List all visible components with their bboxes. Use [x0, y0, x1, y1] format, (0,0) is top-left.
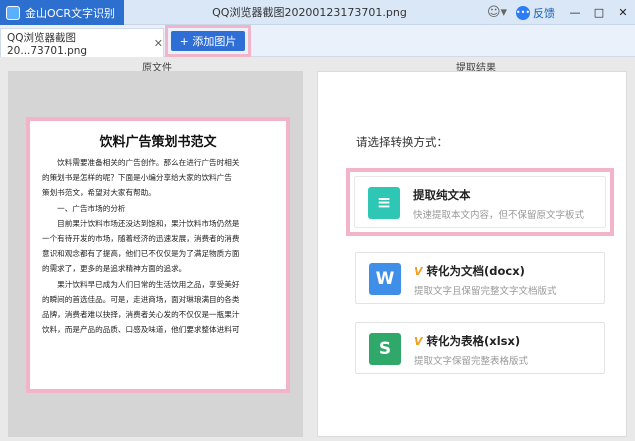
- add-image-button[interactable]: + 添加图片: [171, 31, 245, 51]
- option-title: V 转化为文档(docx): [414, 263, 525, 279]
- feedback-label: 反馈: [533, 6, 555, 20]
- option-title-text: 转化为文档(docx): [426, 264, 525, 278]
- option-title: V 转化为表格(xlsx): [414, 333, 520, 349]
- document-title: 饮料广告策划书范文: [99, 135, 217, 150]
- title-bar-controls: ☺▾ ••• 反馈 — □ ✕: [486, 0, 635, 25]
- vip-icon: V: [414, 264, 423, 278]
- app-name: 金山OCR文字识别: [25, 6, 115, 20]
- document-line: 一个有待开发的市场，随着经济的迅速发展，消费者的消费: [42, 234, 240, 244]
- minimize-button[interactable]: —: [563, 0, 587, 25]
- word-doc-icon: W: [369, 263, 401, 295]
- user-avatar-icon[interactable]: ☺▾: [486, 4, 508, 22]
- document-line: 果汁饮料早已成为人们日常的生活饮用之品，享受美好: [42, 279, 240, 289]
- document-line: 的瞬间的首选佳品。可是，走进商场，面对琳琅满目的各类: [42, 294, 240, 304]
- document-line: 的需求了，更多的是追求精神方面的追求。: [42, 264, 187, 274]
- excel-sheet-icon: S: [369, 333, 401, 365]
- tab-bar: QQ浏览器截图20...73701.png ✕ + 添加图片: [0, 25, 635, 57]
- option-desc: 快速提取本文内容，但不保留原文字板式: [413, 210, 585, 221]
- chat-bubble-icon: •••: [516, 5, 530, 20]
- document-preview: 饮料广告策划书范文 饮料需要准备相关的广告创作。那么在进行广告时相关 的策划书是怎…: [26, 117, 290, 393]
- app-title: 金山OCR文字识别: [0, 0, 124, 25]
- option-desc: 提取文字保留完整表格版式: [414, 356, 529, 367]
- option-docx[interactable]: W V 转化为文档(docx) 提取文字且保留完整文字文档版式: [355, 252, 605, 304]
- selected-option-highlight: ≡ 提取纯文本 快速提取本文内容，但不保留原文字板式: [346, 168, 614, 236]
- maximize-button[interactable]: □: [587, 0, 611, 25]
- tab-close-icon[interactable]: ✕: [154, 37, 163, 50]
- option-plain-text[interactable]: ≡ 提取纯文本 快速提取本文内容，但不保留原文字板式: [354, 176, 606, 228]
- add-image-highlight: + 添加图片: [165, 25, 251, 57]
- document-line: 意识和观念都有了提高，他们已不仅仅是为了满足物质方面: [42, 249, 240, 259]
- document-line: 品牌，消费者难以抉择，消费者关心发的不仅仅是一瓶果汁: [42, 310, 240, 320]
- result-pane: 请选择转换方式： ≡ 提取纯文本 快速提取本文内容，但不保留原文字板式 W V …: [317, 71, 627, 437]
- title-bar: 金山OCR文字识别 QQ浏览器截图20200123173701.png ☺▾ •…: [0, 0, 635, 25]
- window-title: QQ浏览器截图20200123173701.png: [212, 6, 407, 19]
- option-title-text: 提取纯文本: [413, 188, 471, 202]
- vip-icon: V: [414, 334, 423, 348]
- conversion-prompt: 请选择转换方式：: [356, 135, 448, 149]
- option-xlsx[interactable]: S V 转化为表格(xlsx) 提取文字保留完整表格版式: [355, 322, 605, 374]
- option-title: 提取纯文本: [413, 187, 471, 203]
- tab-label: QQ浏览器截图20...73701.png: [7, 31, 88, 57]
- document-line: 策划书范文，希望对大家有帮助。: [42, 188, 156, 198]
- document-line: 一、广告市场的分析: [42, 203, 126, 213]
- original-file-pane: 饮料广告策划书范文 饮料需要准备相关的广告创作。那么在进行广告时相关 的策划书是怎…: [8, 71, 303, 437]
- close-button[interactable]: ✕: [611, 0, 635, 25]
- app-logo-icon: [6, 5, 20, 20]
- document-line: 饮料，而是产品的品质、口感及味道，他们要求整体进料可: [42, 325, 240, 335]
- document-line: 目前果汁饮料市场还没达到饱和，果汁饮料市场仍然是: [42, 218, 240, 228]
- tab-file[interactable]: QQ浏览器截图20...73701.png ✕: [0, 28, 164, 57]
- main-area: 原文件 提取结果 饮料广告策划书范文 饮料需要准备相关的广告创作。那么在进行广告…: [0, 57, 635, 441]
- document-line: 饮料需要准备相关的广告创作。那么在进行广告时相关: [42, 158, 240, 167]
- document-line: 的策划书是怎样的呢？下面是小编分享给大家的饮料广告: [42, 173, 232, 183]
- document-body: 饮料需要准备相关的广告创作。那么在进行广告时相关 的策划书是怎样的呢？下面是小编分…: [42, 155, 274, 337]
- text-lines-icon: ≡: [368, 187, 400, 219]
- option-desc: 提取文字且保留完整文字文档版式: [414, 286, 557, 297]
- feedback-button[interactable]: ••• 反馈: [516, 5, 555, 21]
- option-title-text: 转化为表格(xlsx): [426, 334, 521, 348]
